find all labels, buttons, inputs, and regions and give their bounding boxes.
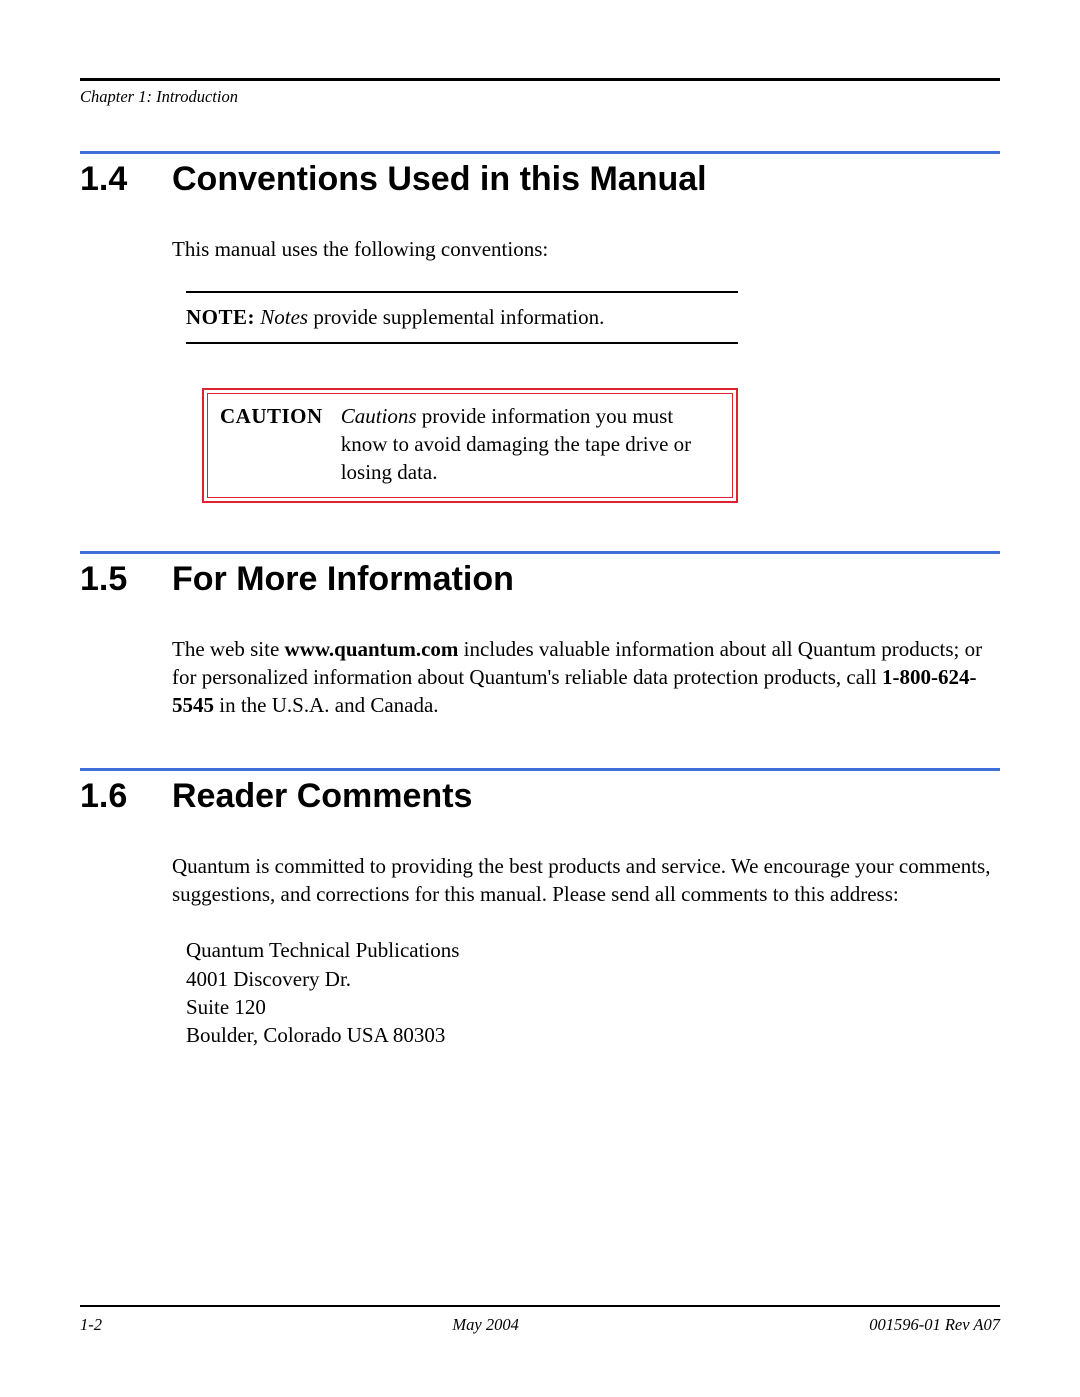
section-number: 1.4 [80,160,172,199]
address-line: 4001 Discovery Dr. [186,965,1000,993]
section-heading: 1.5 For More Information [80,560,1000,599]
caution-text: Cautions provide information you must kn… [341,402,720,487]
address-line: Quantum Technical Publications [186,936,1000,964]
paragraph: This manual uses the following conventio… [172,235,1000,263]
paragraph: Quantum is committed to providing the be… [172,852,1000,909]
section-rule [80,768,1000,771]
footer-row: 1-2 May 2004 001596-01 Rev A07 [80,1315,1000,1335]
section-body: This manual uses the following conventio… [172,235,1000,503]
note-em: Notes [260,305,308,329]
section-rule [80,151,1000,154]
address-line: Boulder, Colorado USA 80303 [186,1021,1000,1049]
caution-box: CAUTION Cautions provide information you… [202,388,738,503]
address-block: Quantum Technical Publications 4001 Disc… [186,936,1000,1049]
document-page: Chapter 1: Introduction 1.4 Conventions … [0,0,1080,1397]
section-1-6: 1.6 Reader Comments Quantum is committed… [80,768,1000,1050]
footer-page-number: 1-2 [80,1315,102,1335]
section-number: 1.5 [80,560,172,599]
chapter-header: Chapter 1: Introduction [80,87,1000,107]
section-heading: 1.6 Reader Comments [80,777,1000,816]
section-1-5: 1.5 For More Information The web site ww… [80,551,1000,720]
section-number: 1.6 [80,777,172,816]
caution-em: Cautions [341,404,417,428]
section-body: Quantum is committed to providing the be… [172,852,1000,1050]
section-title: For More Information [172,560,1000,599]
page-footer: 1-2 May 2004 001596-01 Rev A07 [80,1305,1000,1335]
section-1-4: 1.4 Conventions Used in this Manual This… [80,151,1000,503]
section-heading: 1.4 Conventions Used in this Manual [80,160,1000,199]
section-body: The web site www.quantum.com includes va… [172,635,1000,720]
note-box: NOTE: Notes provide supplemental informa… [186,291,738,343]
text: The web site [172,637,285,661]
address-line: Suite 120 [186,993,1000,1021]
note-content: NOTE: Notes provide supplemental informa… [186,293,738,341]
footer-rule [80,1305,1000,1307]
section-title: Conventions Used in this Manual [172,160,1000,199]
top-rule [80,78,1000,81]
text: in the U.S.A. and Canada. [214,693,439,717]
caution-label: CAUTION [220,402,341,487]
caution-inner: CAUTION Cautions provide information you… [207,393,733,498]
note-label: NOTE: [186,305,255,329]
paragraph: The web site www.quantum.com includes va… [172,635,1000,720]
section-title: Reader Comments [172,777,1000,816]
website: www.quantum.com [285,637,459,661]
footer-doc-rev: 001596-01 Rev A07 [869,1315,1000,1335]
note-bottom-rule [186,342,738,344]
section-rule [80,551,1000,554]
note-text: provide supplemental information. [308,305,604,329]
footer-date: May 2004 [452,1315,518,1335]
